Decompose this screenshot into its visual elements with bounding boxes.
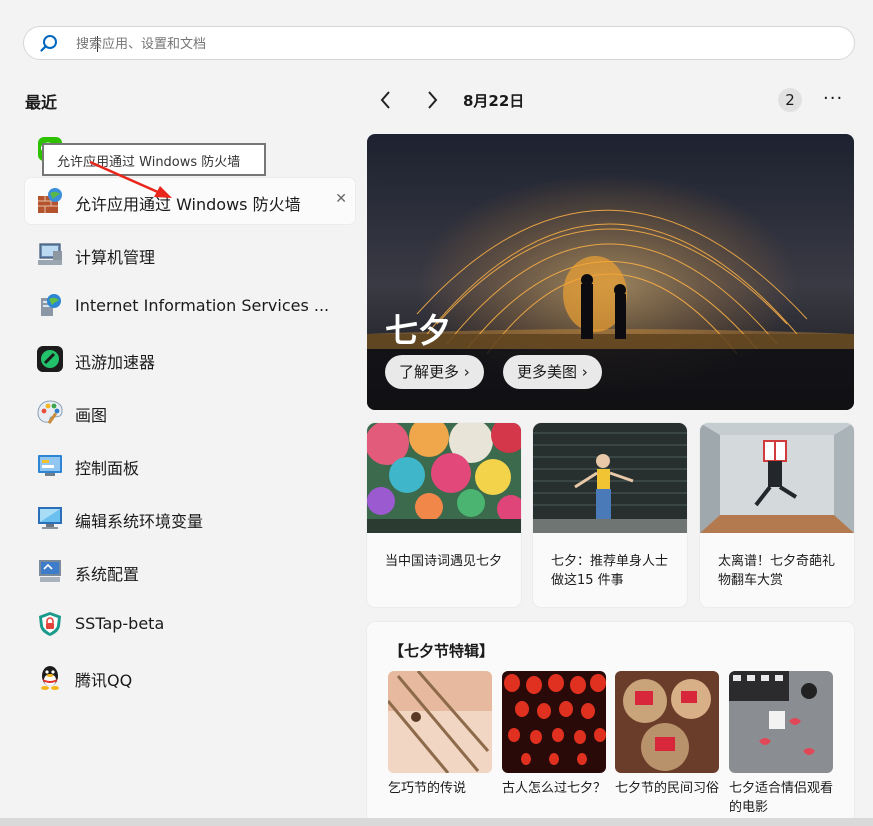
start-menu-panel: 最近 微信 允许应用通过 Windows 防火墙 ✕: [0, 0, 873, 822]
special-thumb[interactable]: [615, 671, 719, 773]
recent-item-label: 系统配置: [75, 565, 140, 584]
environment-variables-icon: [38, 507, 62, 529]
qq-icon: [41, 666, 59, 690]
recent-item-label: Internet Information Services ...: [75, 296, 330, 315]
news-card-text: 当中国诗词遇见七夕: [385, 554, 503, 569]
special-section: 【七夕节特辑】 乞巧节的传说 古人怎么过七夕？ 七夕节的民间习俗 七夕适合情侣观…: [367, 622, 854, 822]
movie-props-image: [729, 671, 833, 773]
firewall-icon: [38, 188, 62, 213]
recent-item-label: 计算机管理: [75, 248, 156, 267]
news-card[interactable]: 七夕：推荐单身人士做这15 件事: [533, 423, 687, 607]
recent-heading: 最近: [25, 93, 58, 112]
hero-card[interactable]: 七夕 了解更多 › 更多美图 ›: [367, 134, 854, 410]
search-box[interactable]: [23, 26, 855, 60]
special-thumb[interactable]: [729, 671, 833, 773]
recent-item-label: 迅游加速器: [75, 353, 156, 372]
notification-badge[interactable]: 2: [778, 88, 802, 112]
recent-item-computer-management[interactable]: 计算机管理: [25, 231, 355, 277]
recent-item-control-panel[interactable]: 控制面板: [25, 442, 355, 488]
news-card[interactable]: 太离谱！七夕奇葩礼物翻车大赏: [700, 423, 854, 607]
recent-item-label: SSTap-beta: [75, 614, 165, 633]
paint-icon: [37, 400, 63, 425]
special-caption[interactable]: 乞巧节的传说: [388, 779, 492, 798]
learn-more-button[interactable]: 了解更多 ›: [385, 355, 484, 389]
recent-item-environment-variables[interactable]: 编辑系统环境变量: [25, 495, 355, 541]
recent-item-sstap[interactable]: SSTap-beta: [25, 601, 355, 647]
feed-date: 8月22日: [463, 92, 525, 110]
hero-title: 七夕: [385, 311, 451, 350]
recent-item-firewall[interactable]: 允许应用通过 Windows 防火墙 ✕: [25, 178, 355, 224]
recent-item-system-config[interactable]: 系统配置: [25, 548, 355, 594]
recent-item-label: 控制面板: [75, 459, 140, 478]
more-options-icon[interactable]: ···: [823, 88, 843, 109]
bottom-edge: [0, 818, 873, 826]
special-caption[interactable]: 七夕适合情侣观看的电影: [729, 779, 833, 817]
gift-man-image: [700, 423, 854, 533]
recent-item-label: 腾讯QQ: [75, 671, 133, 690]
previous-arrow-icon[interactable]: [374, 88, 398, 112]
special-title: 【七夕节特辑】: [389, 642, 495, 660]
tooltip: 允许应用通过 Windows 防火墙: [42, 143, 266, 176]
festival-food-image: [615, 671, 719, 773]
iis-icon: [41, 294, 61, 316]
next-arrow-icon[interactable]: [420, 88, 444, 112]
news-card-text: 七夕：推荐单身人士做这15 件事: [551, 554, 669, 588]
recent-item-label: 编辑系统环境变量: [75, 512, 204, 531]
special-thumb[interactable]: [388, 671, 492, 773]
recent-item-label: 允许应用通过 Windows 防火墙: [75, 195, 301, 214]
special-caption[interactable]: 古人怎么过七夕？: [502, 779, 606, 798]
recent-item-paint[interactable]: 画图: [25, 389, 355, 435]
special-caption[interactable]: 七夕节的民间习俗: [615, 779, 719, 798]
umbrellas-image: [367, 423, 521, 533]
lanterns-image: [502, 671, 606, 773]
special-thumb[interactable]: [502, 671, 606, 773]
xunyou-icon: [37, 346, 63, 372]
more-images-button[interactable]: 更多美图 ›: [503, 355, 602, 389]
computer-management-icon: [38, 243, 62, 265]
sstap-icon: [39, 612, 61, 636]
search-input[interactable]: [74, 33, 818, 55]
recent-item-label: 画图: [75, 406, 108, 425]
news-card-text: 太离谱！七夕奇葩礼物翻车大赏: [718, 554, 836, 588]
recent-item-qq[interactable]: 腾讯QQ: [25, 654, 355, 700]
news-card[interactable]: 当中国诗词遇见七夕: [367, 423, 521, 607]
remove-item-icon[interactable]: ✕: [335, 191, 347, 207]
recent-item-iis[interactable]: Internet Information Services ...: [25, 283, 355, 329]
search-icon: [40, 35, 57, 52]
recent-item-xunyou[interactable]: 迅游加速器: [25, 336, 355, 382]
weaving-image: [388, 671, 492, 773]
control-panel-icon: [38, 455, 62, 476]
system-config-icon: [39, 560, 61, 582]
jumping-woman-image: [533, 423, 687, 533]
